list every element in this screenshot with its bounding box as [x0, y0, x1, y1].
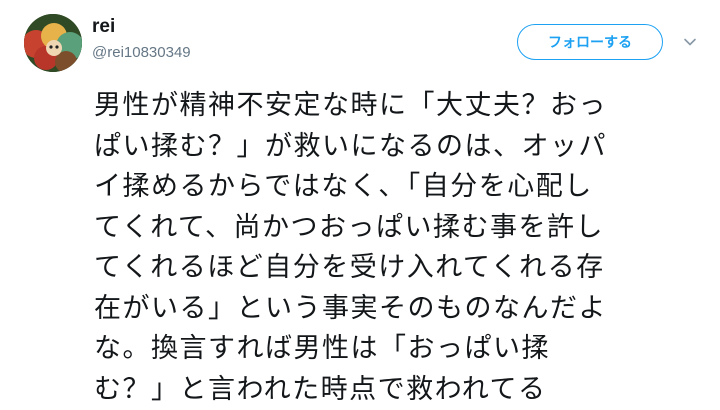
tweet-line: な。換言すれば男性は「おっぱい揉 [94, 329, 706, 370]
tweet-card: rei @rei10830349 フォローする 男性が精神不安定な時に「大丈夫？… [0, 0, 720, 404]
avatar-image [24, 14, 82, 72]
tweet-text: 男性が精神不安定な時に「大丈夫？おっ ぱい揉む？」が救いになるのは、オッパ イ揉… [94, 86, 706, 410]
user-handle[interactable]: @rei10830349 [92, 44, 191, 61]
tweet-line: ぱい揉む？」が救いになるのは、オッパ [94, 127, 706, 168]
tweet-line: イ揉めるからではなく、「自分を心配し [94, 167, 706, 208]
avatar[interactable] [24, 14, 82, 72]
tweet-line: 男性が精神不安定な時に「大丈夫？おっ [94, 86, 706, 127]
display-name[interactable]: rei [92, 16, 115, 38]
chevron-down-icon[interactable] [682, 34, 698, 50]
follow-button[interactable]: フォローする [517, 24, 663, 60]
tweet-line: 在がいる」という事実そのものなんだよ [94, 289, 706, 330]
tweet-line: てくれて、尚かつおっぱい揉む事を許し [94, 208, 706, 249]
tweet-line: てくれるほど自分を受け入れてくれる存 [94, 248, 706, 289]
